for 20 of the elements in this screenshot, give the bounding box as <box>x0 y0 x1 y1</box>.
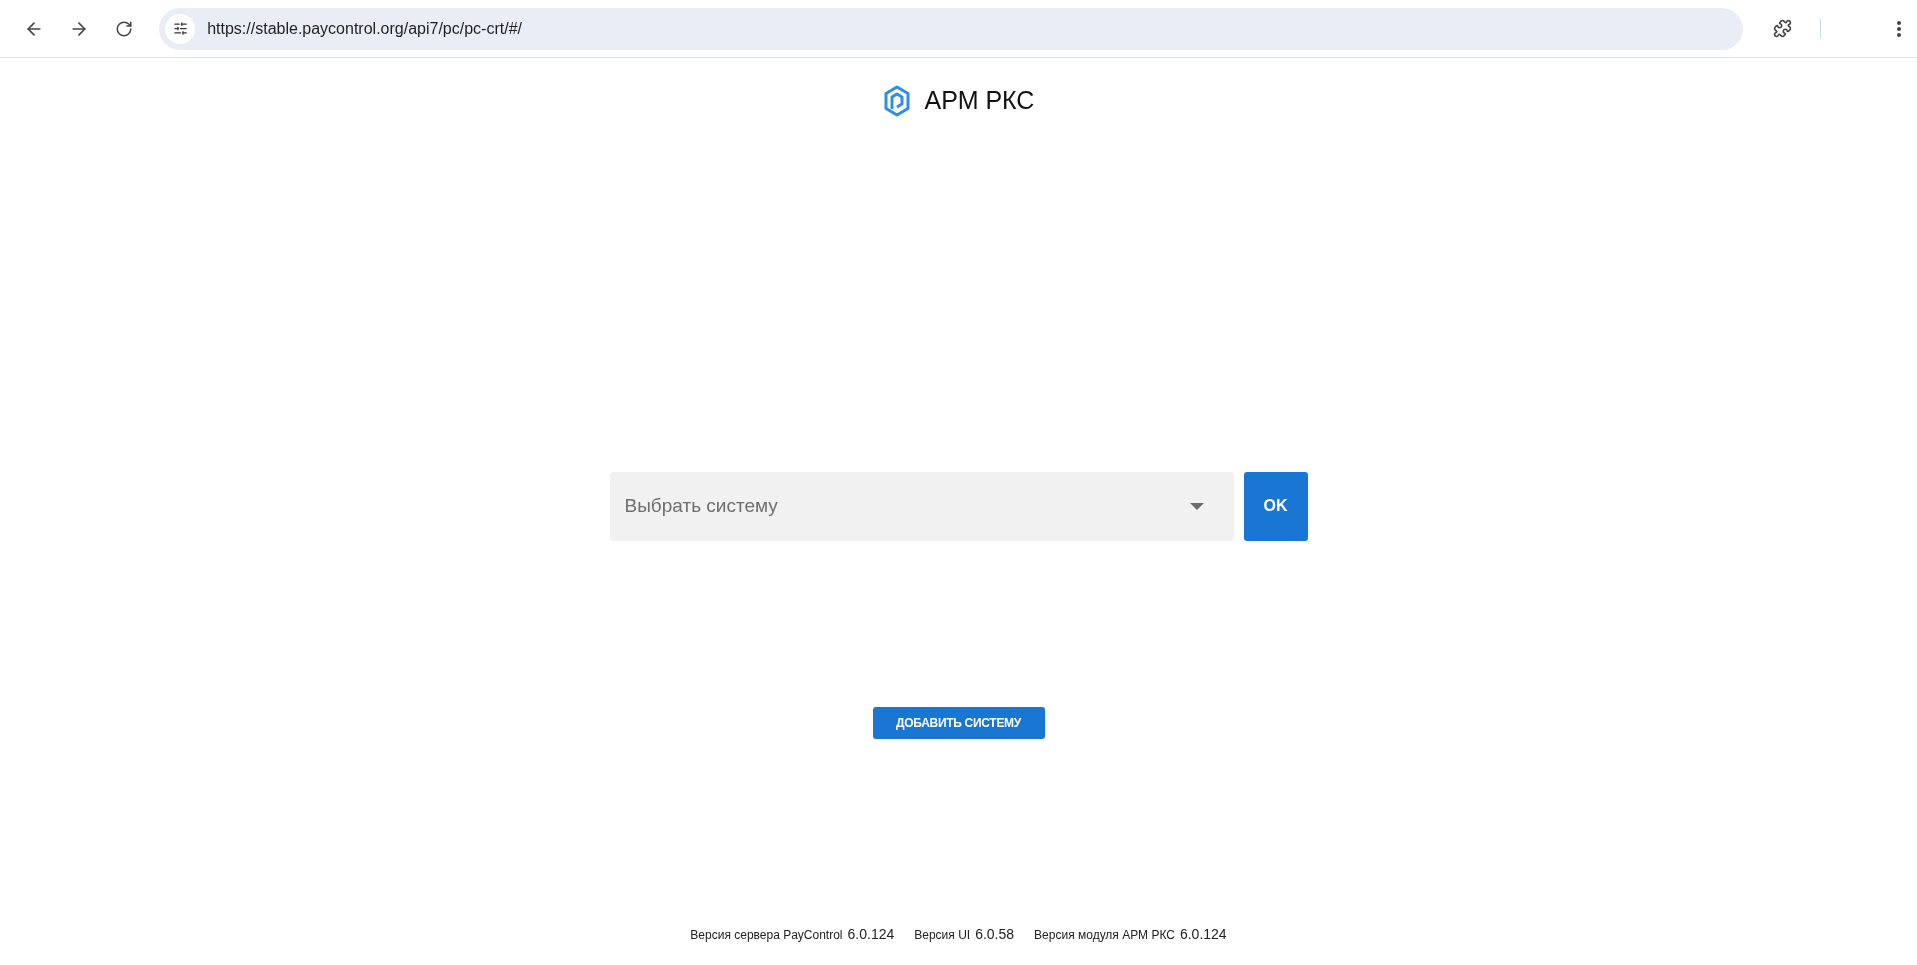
reload-icon <box>115 19 134 38</box>
system-select[interactable]: Выбрать систему <box>609 471 1234 541</box>
version-label: Версия UI <box>914 926 971 944</box>
add-system-button[interactable]: ДОБАВИТЬ СИСТЕМУ <box>872 706 1045 739</box>
version-number: 6.0.124 <box>1179 924 1227 944</box>
address-bar[interactable]: https://stable.paycontrol.org/api7/pc/pc-crt/#/ <box>159 7 1743 50</box>
logo-icon <box>882 84 911 117</box>
settings-icon <box>172 21 188 36</box>
app-title: АРМ РКС <box>924 85 1035 116</box>
version-label: Версия сервера PayControl <box>690 926 843 944</box>
puzzle-icon <box>1772 19 1792 38</box>
select-placeholder: Выбрать систему <box>624 493 778 518</box>
site-settings-button[interactable] <box>165 13 196 44</box>
version-number: 6.0.124 <box>847 924 895 944</box>
version-label: Версия модуля АРМ РКС <box>1034 926 1175 944</box>
dropdown-caret-icon <box>1189 502 1204 510</box>
version-number: 6.0.58 <box>975 924 1015 944</box>
ok-button[interactable]: OK <box>1243 471 1308 541</box>
menu-icon <box>1897 20 1902 37</box>
url-text: https://stable.paycontrol.org/api7/pc/pc-crt/#/ <box>207 18 522 39</box>
